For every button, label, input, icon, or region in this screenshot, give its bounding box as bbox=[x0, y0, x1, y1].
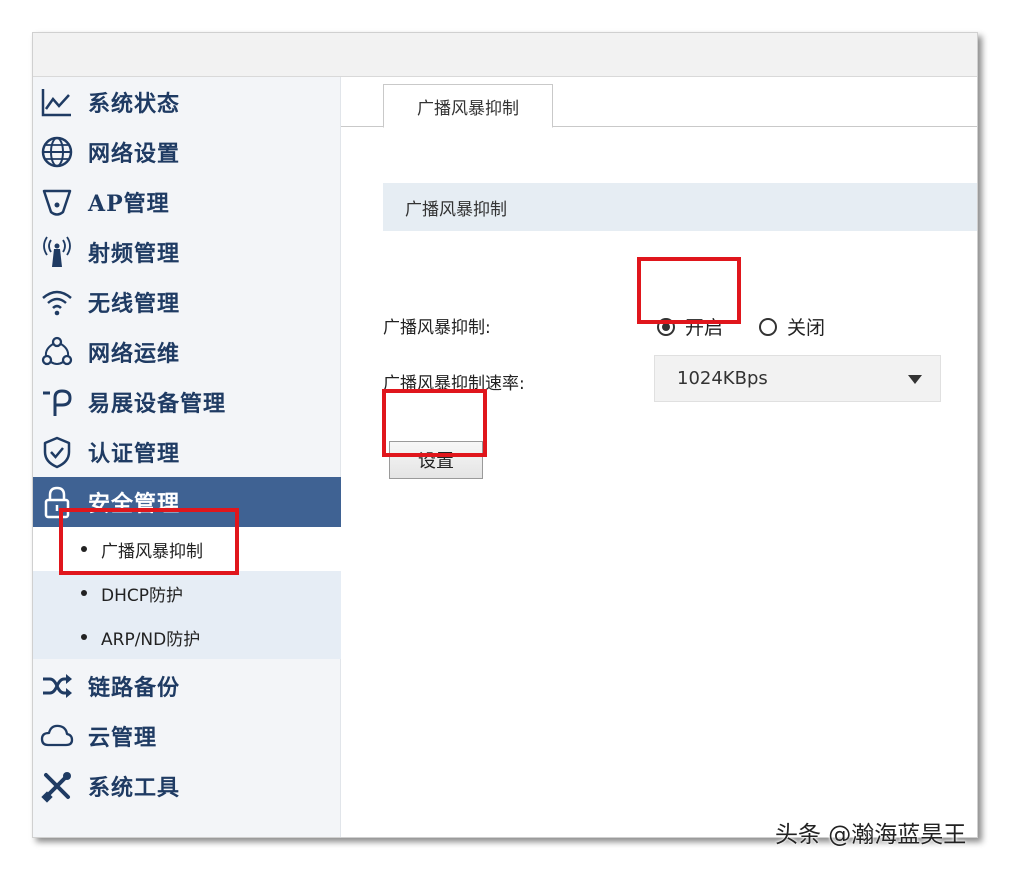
bullet-icon bbox=[81, 590, 87, 596]
globe-icon bbox=[39, 134, 75, 170]
chevron-down-icon bbox=[908, 375, 922, 384]
sidebar-item-label: 无线管理 bbox=[88, 291, 181, 317]
main-content: 广播风暴抑制 广播风暴抑制 广播风暴抑制: 开启 关闭 广播风暴抑制速率: 10… bbox=[341, 77, 977, 837]
apply-button[interactable]: 设置 bbox=[389, 441, 483, 479]
watermark: 头条 @瀚海蓝昊王 bbox=[775, 822, 967, 848]
sidebar: 系统状态 网络设置 AP管理 射频管理 无线管理 网络运维 易展设备管理 认证管… bbox=[33, 77, 341, 837]
yizhan-logo-icon bbox=[39, 384, 75, 420]
rate-select-value: 1024KBps bbox=[677, 368, 768, 389]
radio-disable[interactable]: 关闭 bbox=[759, 313, 825, 340]
sidebar-item-label: 网络运维 bbox=[88, 341, 181, 367]
antenna-icon bbox=[39, 234, 75, 270]
submenu-item-label: DHCP防护 bbox=[101, 585, 183, 606]
radio-unchecked-icon bbox=[759, 317, 777, 336]
sidebar-item-label: AP管理 bbox=[88, 191, 170, 217]
sidebar-item-label: 链路备份 bbox=[88, 675, 181, 701]
cloud-icon bbox=[39, 718, 75, 754]
sidebar-item-label: 易展设备管理 bbox=[88, 391, 227, 417]
sidebar-item-label: 射频管理 bbox=[88, 241, 181, 267]
submenu-item-arp-nd-protection[interactable]: ARP/ND防护 bbox=[33, 615, 341, 659]
suppression-label: 广播风暴抑制: bbox=[383, 318, 491, 338]
rate-label: 广播风暴抑制速率: bbox=[383, 374, 525, 394]
shuffle-icon bbox=[39, 668, 75, 704]
radio-enable[interactable]: 开启 bbox=[657, 313, 723, 340]
app-window: 系统状态 网络设置 AP管理 射频管理 无线管理 网络运维 易展设备管理 认证管… bbox=[32, 32, 978, 838]
sidebar-item-system-status[interactable]: 系统状态 bbox=[33, 77, 341, 127]
sidebar-item-cloud-management[interactable]: 云管理 bbox=[33, 711, 341, 761]
tools-icon bbox=[39, 768, 75, 804]
sidebar-item-yizhan-devices[interactable]: 易展设备管理 bbox=[33, 377, 341, 427]
sidebar-item-label: 系统状态 bbox=[88, 91, 181, 117]
sidebar-item-link-backup[interactable]: 链路备份 bbox=[33, 661, 341, 711]
rate-select[interactable]: 1024KBps bbox=[654, 355, 941, 402]
radio-checked-icon bbox=[657, 317, 675, 336]
sidebar-item-label: 网络设置 bbox=[88, 141, 181, 167]
submenu-item-dhcp-protection[interactable]: DHCP防护 bbox=[33, 571, 341, 615]
bullet-icon bbox=[81, 634, 87, 640]
bullet-icon bbox=[81, 546, 87, 552]
sidebar-item-label: 云管理 bbox=[88, 725, 158, 751]
tab-broadcast-storm[interactable]: 广播风暴抑制 bbox=[383, 84, 553, 128]
access-point-icon bbox=[39, 184, 75, 220]
radio-disable-label: 关闭 bbox=[787, 317, 826, 339]
submenu-item-broadcast-storm[interactable]: 广播风暴抑制 bbox=[33, 527, 341, 571]
radio-enable-label: 开启 bbox=[685, 317, 724, 339]
sidebar-item-security-management[interactable]: 安全管理 bbox=[33, 477, 341, 527]
submenu-item-label: ARP/ND防护 bbox=[101, 629, 201, 650]
submenu-item-label: 广播风暴抑制 bbox=[101, 541, 203, 562]
sidebar-item-ap-management[interactable]: AP管理 bbox=[33, 177, 341, 227]
top-bar bbox=[33, 33, 977, 77]
sidebar-item-auth-management[interactable]: 认证管理 bbox=[33, 427, 341, 477]
sidebar-item-network-settings[interactable]: 网络设置 bbox=[33, 127, 341, 177]
shield-check-icon bbox=[39, 434, 75, 470]
tab-bar: 广播风暴抑制 bbox=[341, 77, 977, 128]
sidebar-item-system-tools[interactable]: 系统工具 bbox=[33, 761, 341, 811]
sidebar-item-wireless-management[interactable]: 无线管理 bbox=[33, 277, 341, 327]
sidebar-item-label: 认证管理 bbox=[88, 441, 181, 467]
wifi-icon bbox=[39, 284, 75, 320]
sidebar-item-network-ops[interactable]: 网络运维 bbox=[33, 327, 341, 377]
lock-icon bbox=[39, 484, 75, 520]
network-nodes-icon bbox=[39, 334, 75, 370]
line-chart-icon bbox=[39, 84, 75, 120]
section-title: 广播风暴抑制 bbox=[383, 183, 977, 231]
sidebar-item-label: 安全管理 bbox=[88, 491, 181, 517]
sidebar-item-rf-management[interactable]: 射频管理 bbox=[33, 227, 341, 277]
sidebar-item-label: 系统工具 bbox=[88, 775, 181, 801]
